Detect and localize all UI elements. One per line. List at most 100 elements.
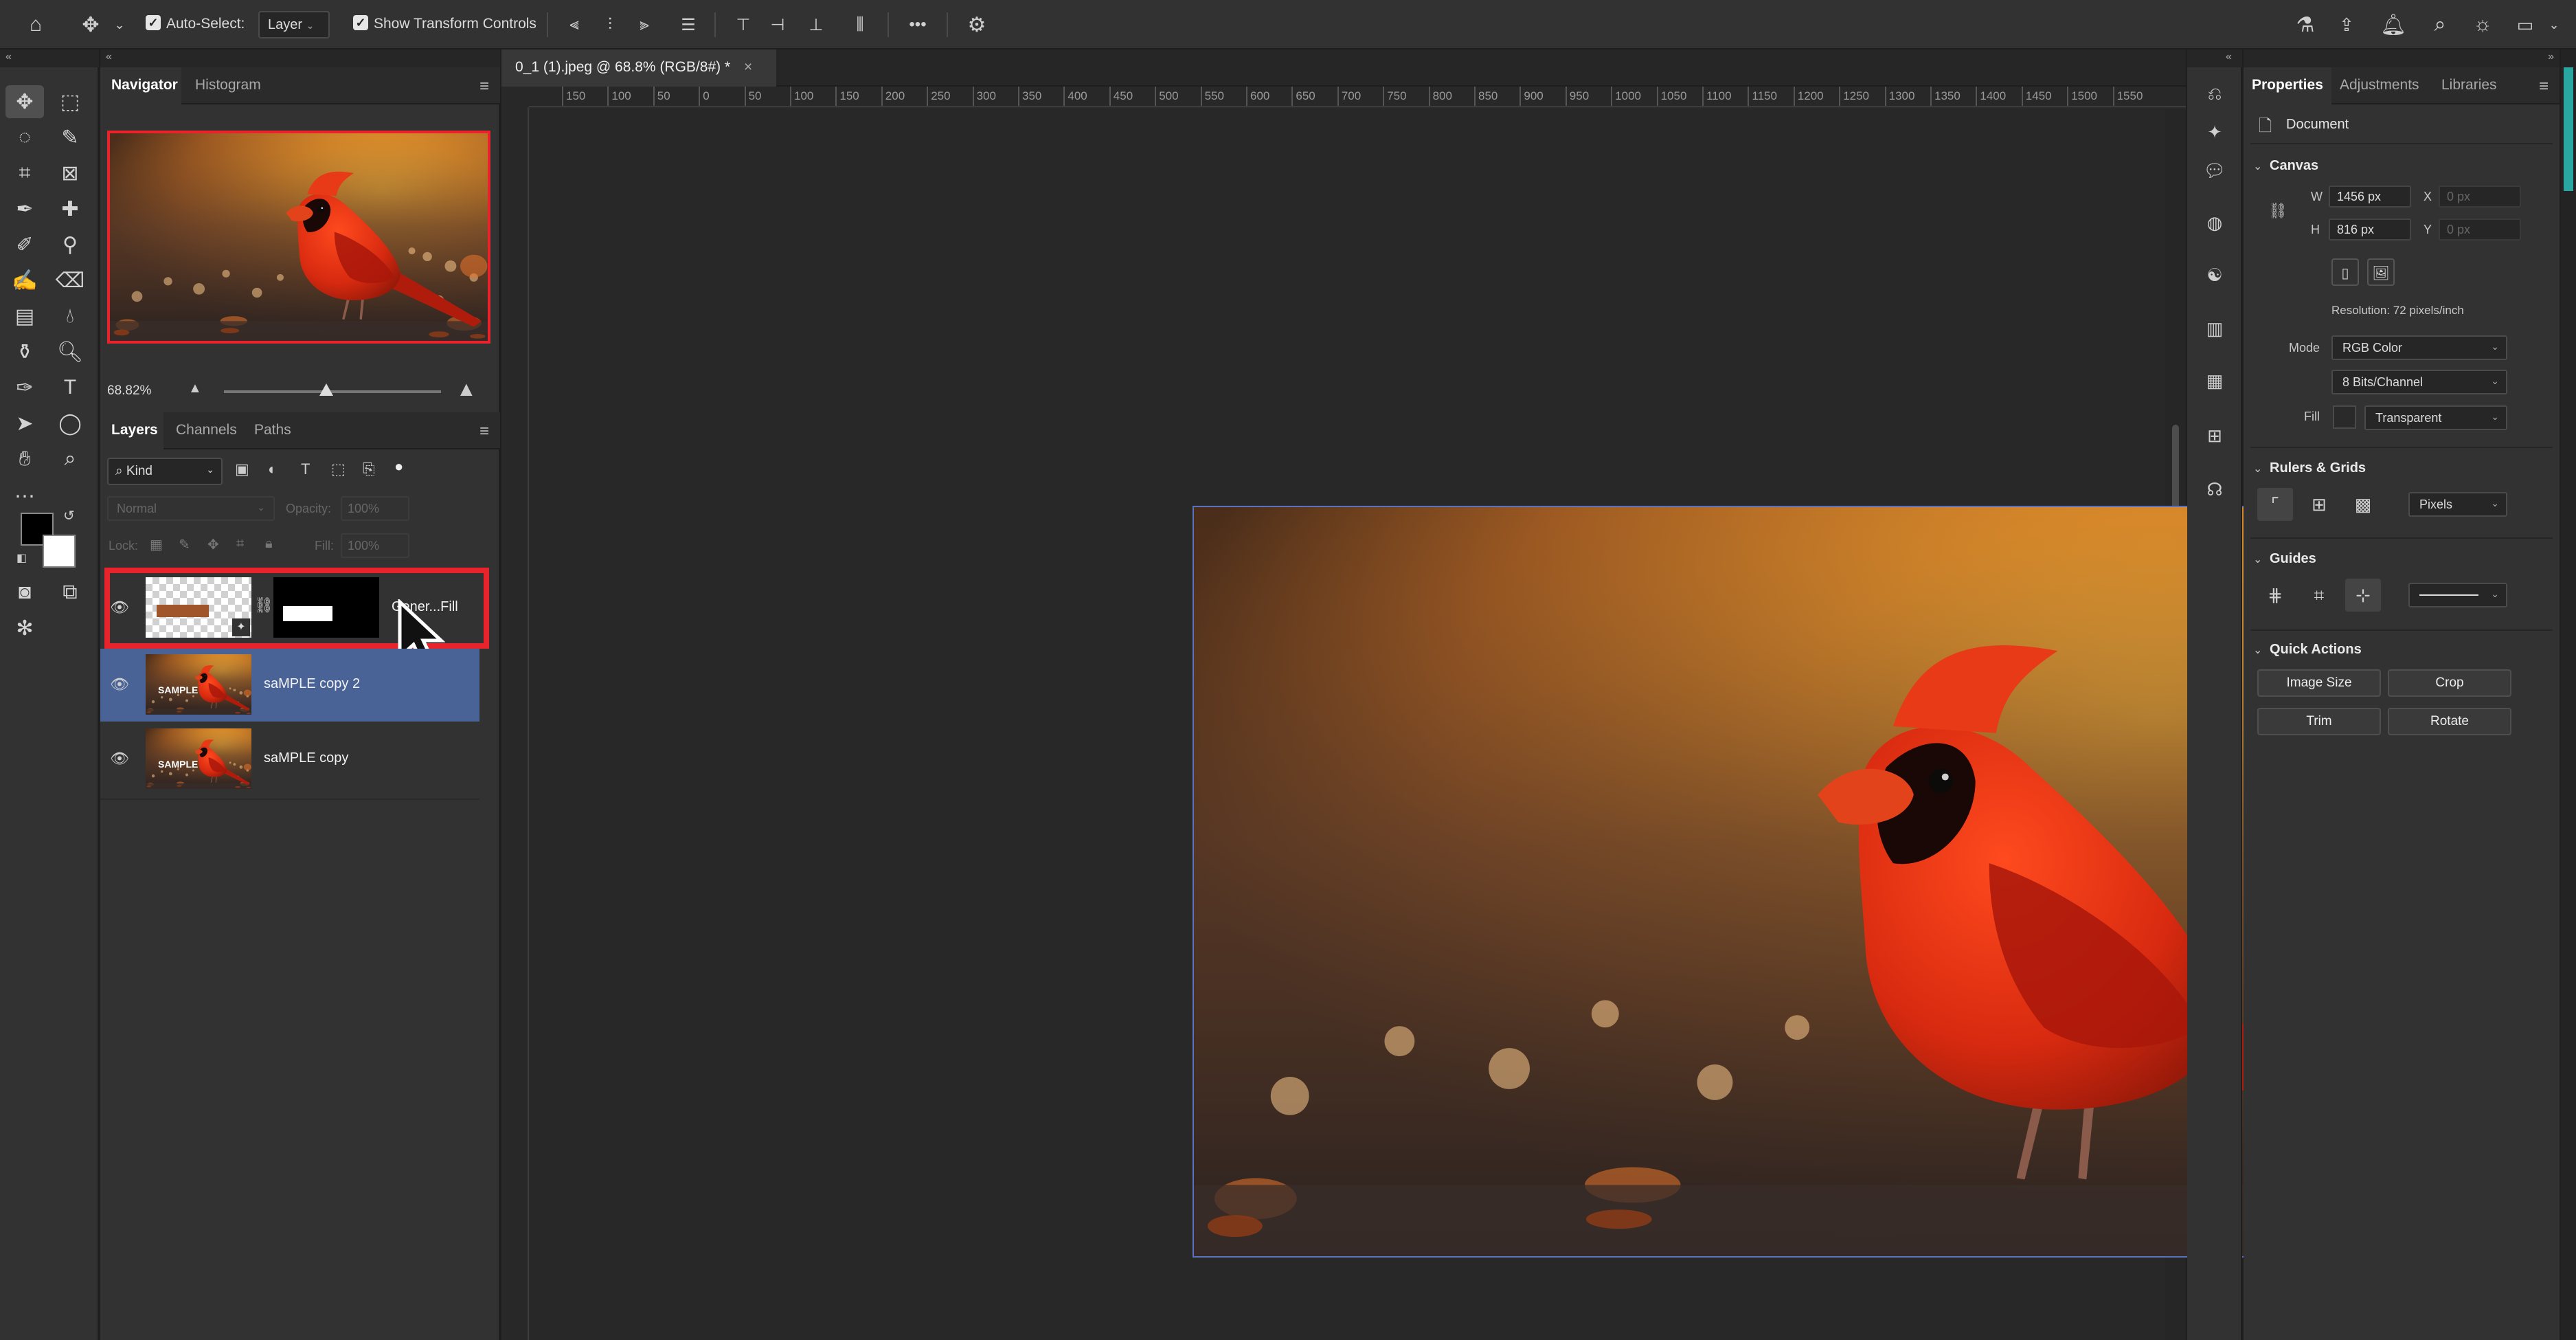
lightbulb-icon[interactable]: ☼ bbox=[2467, 10, 2498, 40]
bell-icon[interactable]: 🔔︎ bbox=[2378, 10, 2408, 40]
gradient-panel-icon[interactable]: ▥ bbox=[2201, 315, 2228, 342]
color-icon[interactable]: ◍ bbox=[2201, 209, 2228, 236]
rulers-icon[interactable]: ⌜ bbox=[2257, 488, 2293, 521]
move-tool-icon[interactable]: ✥ bbox=[76, 10, 106, 40]
more-options-icon[interactable]: ••• bbox=[903, 10, 933, 40]
gradient-tool[interactable]: ▤ bbox=[5, 300, 44, 333]
smart-guides-icon[interactable]: ⊹ bbox=[2345, 579, 2381, 612]
align-bottom-icon[interactable]: ⊥ bbox=[801, 10, 831, 40]
filter-type-icon[interactable]: T bbox=[301, 460, 310, 478]
pixel-grid-icon[interactable]: ▩ bbox=[2345, 488, 2381, 521]
zoom-burn-tool[interactable]: 🔍︎ bbox=[51, 335, 89, 368]
lock-guides-icon[interactable]: ⌗ bbox=[2301, 579, 2337, 612]
link-dimensions-icon[interactable]: ⛓ bbox=[2268, 202, 2287, 220]
history-icon[interactable]: ⎌ bbox=[2201, 80, 2228, 107]
lock-pixels-icon[interactable]: ✎ bbox=[179, 536, 190, 553]
distribute-icon[interactable]: ☰ bbox=[673, 10, 703, 40]
quick-mask-icon[interactable]: ◙ bbox=[5, 576, 44, 609]
layer-filter-dropdown[interactable]: ⌕ Kind ⌄ bbox=[107, 458, 223, 485]
hand-tool[interactable]: ✋︎ bbox=[5, 443, 44, 476]
more-tools-icon[interactable]: ⋯ bbox=[5, 480, 44, 513]
height-field[interactable]: 816 px bbox=[2329, 219, 2411, 241]
brushes-icon[interactable]: ☊ bbox=[2201, 476, 2228, 503]
lock-transparent-icon[interactable]: ▦ bbox=[150, 536, 163, 553]
search-icon[interactable]: ⌕ bbox=[2425, 10, 2455, 40]
history-brush-tool[interactable]: ✍ bbox=[5, 264, 44, 297]
width-field[interactable]: 1456 px bbox=[2329, 186, 2411, 208]
stamp-tool[interactable]: ⚲ bbox=[51, 228, 89, 261]
vertical-ruler[interactable] bbox=[501, 107, 529, 1340]
fill-field[interactable]: 100% bbox=[341, 533, 409, 558]
chevron-down-icon[interactable]: ⌄ bbox=[2253, 159, 2262, 173]
filter-smart-object-icon[interactable]: ⎘ bbox=[363, 460, 375, 478]
tab-adjustments[interactable]: Adjustments bbox=[2340, 77, 2419, 93]
quick-actions-section-title[interactable]: Quick Actions bbox=[2270, 642, 2362, 658]
auto-select-dropdown[interactable]: Layer ⌄ bbox=[258, 11, 330, 38]
zoom-out-icon[interactable]: ▲ bbox=[188, 381, 202, 397]
zoom-in-icon[interactable]: ▲ bbox=[456, 378, 477, 401]
collapse-icon[interactable]: « bbox=[5, 51, 12, 63]
eyedropper-tool[interactable]: ✒ bbox=[5, 192, 44, 225]
blur-tool[interactable]: 💧︎ bbox=[51, 300, 89, 333]
landscape-image-icon[interactable]: 🖼︎ bbox=[2367, 258, 2395, 286]
toolbar-collapse-strip[interactable]: « bbox=[0, 49, 99, 67]
swatches-icon[interactable]: ☯ bbox=[2201, 261, 2228, 289]
zoom-tool[interactable]: ⌕ bbox=[51, 443, 89, 476]
flask-icon[interactable]: ⚗ bbox=[2290, 10, 2320, 40]
table-icon[interactable]: ⊞ bbox=[2201, 422, 2228, 449]
magic-icon[interactable]: ✦ bbox=[2201, 118, 2228, 146]
tab-channels[interactable]: Channels bbox=[176, 422, 237, 438]
layer-row-sample-copy[interactable]: 👁︎ SAMPLE saMPLE copy bbox=[100, 723, 479, 796]
background-color-swatch[interactable] bbox=[43, 535, 76, 568]
filter-pixel-icon[interactable]: ▣ bbox=[235, 460, 249, 478]
filter-toggle-icon[interactable]: ● bbox=[394, 458, 403, 476]
align-middle-icon[interactable]: ⊣ bbox=[762, 10, 793, 40]
horizontal-ruler[interactable]: 150 100 50 0 50 100 150 200 250 300 350 400 450 500 55… bbox=[529, 87, 2186, 107]
crop-button[interactable]: Crop bbox=[2388, 669, 2511, 697]
bit-depth-dropdown[interactable]: 8 Bits/Channel ⌄ bbox=[2331, 370, 2507, 394]
brush-tool[interactable]: ✐ bbox=[5, 228, 44, 261]
share-icon[interactable]: ⇪ bbox=[2331, 10, 2362, 40]
panel-menu-icon[interactable]: ≡ bbox=[479, 77, 489, 96]
filter-shape-icon[interactable]: ⬚ bbox=[331, 460, 346, 478]
tab-paths[interactable]: Paths bbox=[254, 422, 291, 438]
frame-tool[interactable]: ⊠ bbox=[51, 157, 89, 190]
default-colors-icon[interactable]: ◧ bbox=[16, 551, 27, 565]
path-select-tool[interactable]: ➤ bbox=[5, 407, 44, 440]
home-icon[interactable]: ⌂ bbox=[21, 10, 51, 40]
auto-select-checkbox[interactable]: ✓ bbox=[146, 15, 161, 30]
type-tool[interactable]: T bbox=[51, 371, 89, 404]
fill-swatch[interactable] bbox=[2333, 405, 2356, 429]
distribute-vertical-icon[interactable]: ⫼ bbox=[845, 10, 875, 40]
move-tool[interactable]: ✥ bbox=[5, 85, 44, 118]
rulers-grids-section-title[interactable]: Rulers & Grids bbox=[2270, 460, 2366, 476]
rotate-button[interactable]: Rotate bbox=[2388, 708, 2511, 735]
filter-adjustment-icon[interactable]: ◐ bbox=[268, 460, 277, 478]
tab-histogram[interactable]: Histogram bbox=[195, 77, 261, 93]
ruler-origin[interactable] bbox=[501, 87, 529, 107]
screen-mode-icon[interactable]: ⧉ bbox=[51, 576, 89, 609]
visibility-eye-icon[interactable]: 👁︎ bbox=[110, 749, 129, 768]
close-icon[interactable]: × bbox=[744, 59, 752, 75]
align-center-icon[interactable]: ⫶ bbox=[595, 10, 625, 40]
quick-select-tool[interactable]: ✎ bbox=[51, 121, 89, 154]
document-tab[interactable]: 0_1 (1).jpeg @ 68.8% (RGB/8#) * × bbox=[501, 49, 776, 87]
lock-all-icon[interactable]: 🔒︎ bbox=[265, 536, 273, 552]
zoom-slider-thumb[interactable] bbox=[319, 383, 333, 396]
visibility-eye-icon[interactable]: 👁︎ bbox=[110, 675, 129, 694]
chevron-down-icon[interactable]: ⌄ bbox=[2253, 462, 2262, 476]
layer-name[interactable]: saMPLE copy 2 bbox=[264, 676, 360, 692]
eraser-tool[interactable]: ⌫ bbox=[51, 264, 89, 297]
patterns-icon[interactable]: ▦ bbox=[2201, 367, 2228, 394]
tab-navigator[interactable]: Navigator bbox=[111, 77, 178, 93]
align-top-icon[interactable]: ⊤ bbox=[728, 10, 758, 40]
grid-icon[interactable]: ⊞ bbox=[2301, 488, 2337, 521]
gear-icon[interactable]: ⚙ bbox=[962, 10, 992, 40]
swap-colors-icon[interactable]: ↺ bbox=[63, 507, 75, 524]
chevron-down-icon[interactable]: ⌄ bbox=[104, 10, 135, 40]
collapse-icon[interactable]: » bbox=[2548, 51, 2554, 63]
lasso-tool[interactable]: ◌ bbox=[5, 121, 44, 154]
portrait-orientation-icon[interactable]: ▯ bbox=[2331, 258, 2359, 286]
dodge-tool[interactable]: ⚱ bbox=[5, 335, 44, 368]
panel-collapse-strip[interactable]: » bbox=[2244, 49, 2560, 67]
